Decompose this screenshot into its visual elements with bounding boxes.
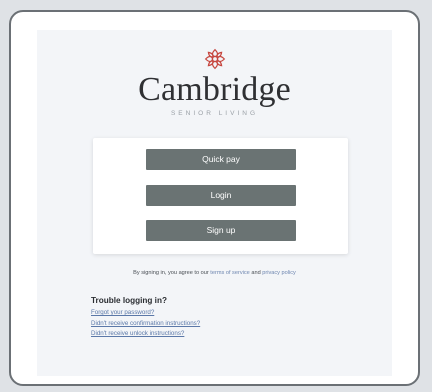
- login-panel: Cambridge SENIOR LIVING Quick pay Login …: [37, 30, 392, 376]
- confirmation-instructions-link[interactable]: Didn't receive confirmation instructions…: [91, 320, 200, 327]
- agreement-text: By signing in, you agree to our terms of…: [37, 270, 392, 276]
- flower-icon: [204, 48, 225, 70]
- privacy-policy-link[interactable]: privacy policy: [262, 270, 296, 276]
- brand-tagline: SENIOR LIVING: [170, 110, 259, 117]
- trouble-title: Trouble logging in?: [91, 296, 167, 305]
- brand-logo: Cambridge SENIOR LIVING: [37, 48, 392, 117]
- trouble-section: Trouble logging in? Forgot your password…: [91, 296, 200, 341]
- forgot-password-link[interactable]: Forgot your password?: [91, 309, 200, 316]
- quick-pay-button[interactable]: Quick pay: [146, 149, 296, 170]
- terms-of-service-link[interactable]: terms of service: [210, 270, 249, 276]
- agreement-and: and: [251, 270, 261, 276]
- unlock-instructions-link[interactable]: Didn't receive unlock instructions?: [91, 330, 200, 337]
- agreement-prefix: By signing in, you agree to our: [133, 270, 209, 276]
- login-button[interactable]: Login: [146, 185, 296, 206]
- sign-up-button[interactable]: Sign up: [146, 220, 296, 241]
- brand-name: Cambridge: [138, 71, 291, 108]
- browser-frame: Cambridge SENIOR LIVING Quick pay Login …: [9, 10, 420, 386]
- action-card: Quick pay Login Sign up: [93, 138, 348, 254]
